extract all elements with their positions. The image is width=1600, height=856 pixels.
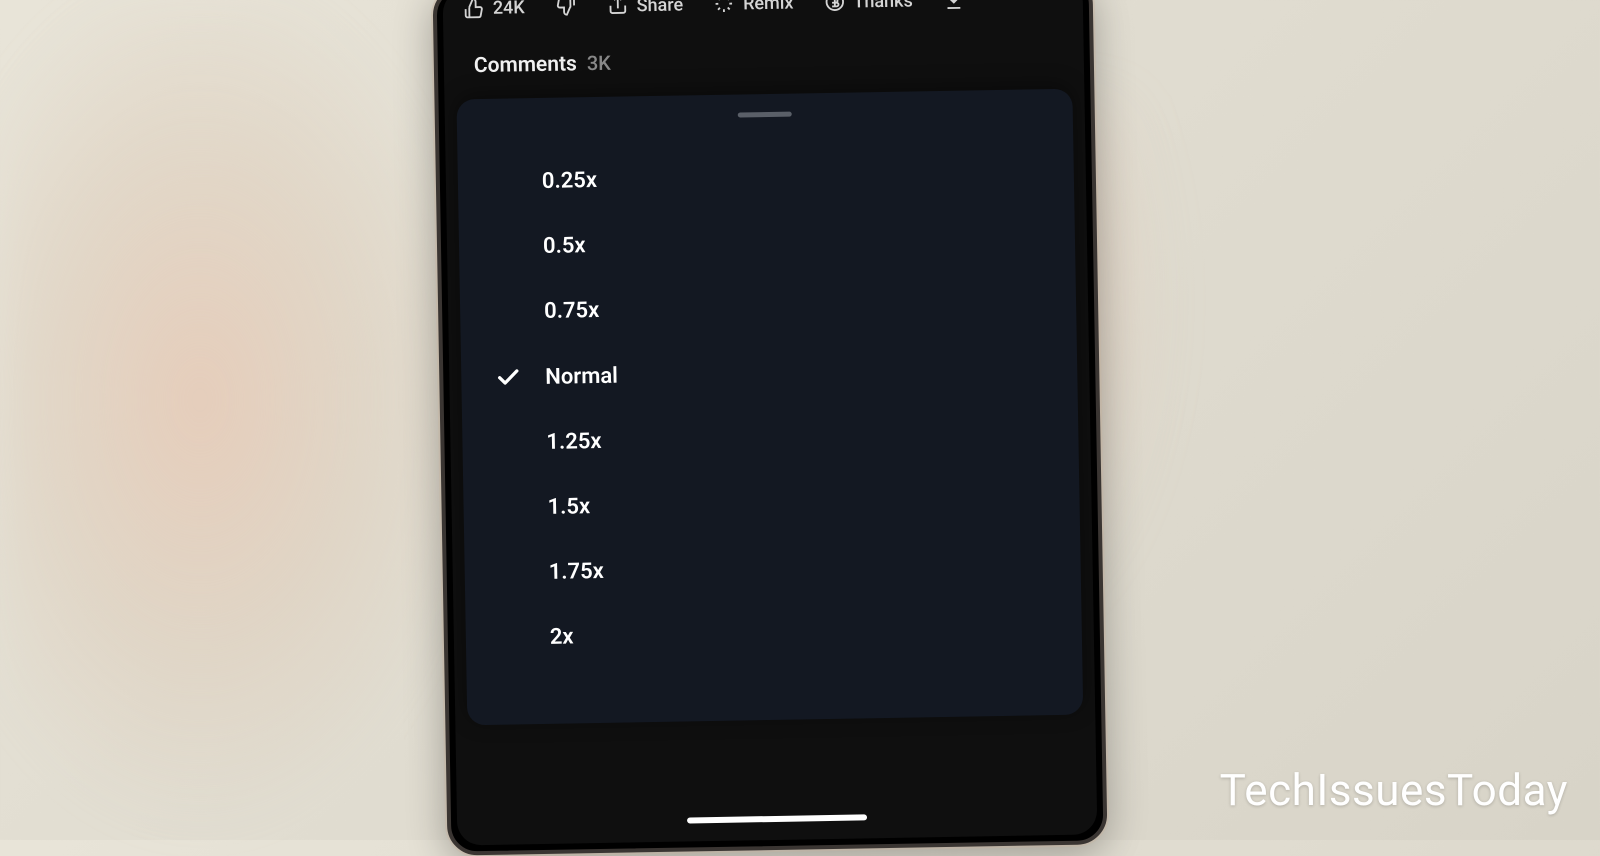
thanks-label: Thanks bbox=[853, 0, 913, 12]
download-icon bbox=[943, 0, 965, 11]
speed-option[interactable]: 1.5x bbox=[463, 466, 1080, 542]
speed-option-label: Normal bbox=[545, 356, 1047, 390]
check-icon bbox=[493, 572, 549, 573]
check-icon bbox=[489, 364, 545, 391]
remix-label: Remix bbox=[743, 0, 794, 14]
speed-option[interactable]: 0.75x bbox=[460, 270, 1077, 346]
phone-screen: 24K Share Remix Thanks Comments bbox=[443, 0, 1098, 846]
comments-section-header[interactable]: Comments 3K bbox=[443, 22, 1084, 96]
speed-option-label: 0.5x bbox=[543, 225, 1045, 259]
dislike-button[interactable] bbox=[554, 0, 576, 18]
download-button[interactable] bbox=[943, 0, 965, 11]
share-button[interactable]: Share bbox=[606, 0, 683, 17]
speed-option-label: 1.25x bbox=[546, 421, 1048, 455]
like-count: 24K bbox=[493, 0, 525, 18]
playback-speed-sheet: 0.25x 0.5x 0.75x Normal 1.25x 1.5x 1.75x 2x bbox=[456, 89, 1083, 726]
like-button[interactable]: 24K bbox=[463, 0, 525, 19]
speed-option[interactable]: Normal bbox=[461, 335, 1078, 412]
speed-option[interactable]: 2x bbox=[465, 596, 1082, 672]
remix-button[interactable]: Remix bbox=[713, 0, 794, 15]
speed-option-label: 0.25x bbox=[542, 160, 1044, 194]
speed-options-list: 0.25x 0.5x 0.75x Normal 1.25x 1.5x 1.75x 2x bbox=[457, 140, 1082, 672]
thanks-icon bbox=[823, 0, 845, 13]
check-icon bbox=[486, 181, 542, 182]
speed-option[interactable]: 0.5x bbox=[458, 205, 1075, 281]
check-icon bbox=[494, 637, 550, 638]
home-indicator[interactable] bbox=[687, 814, 867, 823]
sheet-drag-handle[interactable] bbox=[738, 112, 792, 118]
share-label: Share bbox=[636, 0, 683, 16]
check-icon bbox=[490, 442, 546, 443]
speed-option-label: 2x bbox=[550, 616, 1052, 650]
speed-option-label: 0.75x bbox=[544, 290, 1046, 324]
check-icon bbox=[487, 246, 543, 247]
check-icon bbox=[488, 311, 544, 312]
speed-option[interactable]: 1.75x bbox=[464, 531, 1081, 607]
thumbs-down-icon bbox=[554, 0, 576, 18]
speed-option-label: 1.75x bbox=[548, 551, 1050, 585]
comments-label: Comments bbox=[474, 52, 577, 78]
thumbs-up-icon bbox=[463, 0, 485, 19]
check-icon bbox=[492, 507, 548, 508]
speed-option-label: 1.5x bbox=[547, 486, 1049, 520]
watermark-text: TechIssuesToday bbox=[1220, 764, 1568, 816]
share-icon bbox=[606, 0, 628, 17]
comments-count: 3K bbox=[587, 51, 611, 75]
speed-option[interactable]: 1.25x bbox=[462, 401, 1079, 477]
remix-icon bbox=[713, 0, 735, 15]
thanks-button[interactable]: Thanks bbox=[823, 0, 913, 13]
speed-option[interactable]: 0.25x bbox=[457, 140, 1074, 216]
phone-frame: 24K Share Remix Thanks Comments bbox=[432, 0, 1107, 856]
hand-blur-left bbox=[0, 0, 480, 840]
